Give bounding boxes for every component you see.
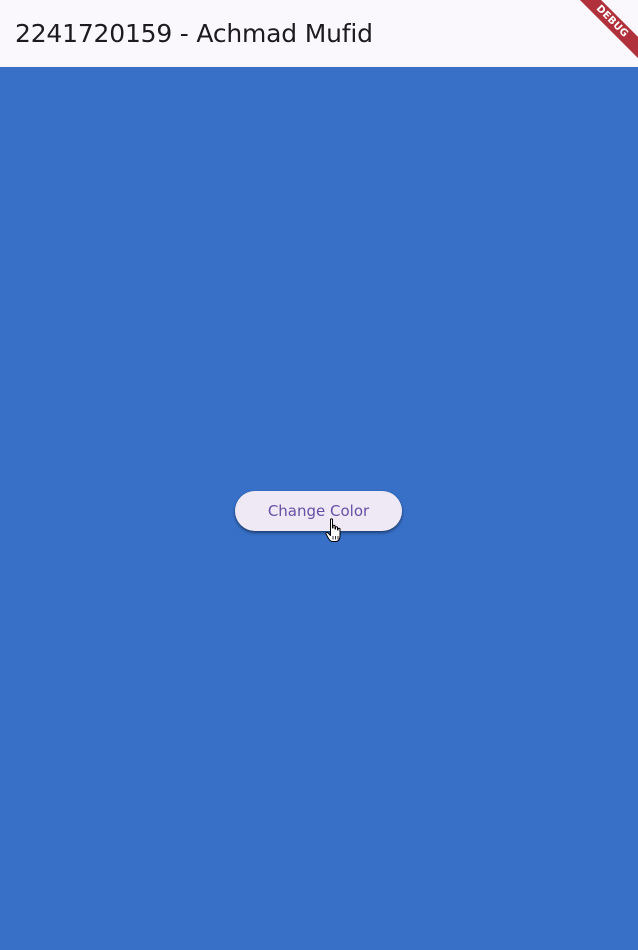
color-body: Change Color [0, 67, 638, 950]
app-bar: 2241720159 - Achmad Mufid [0, 0, 638, 67]
debug-banner: DEBUG [568, 0, 638, 70]
app-bar-title: 2241720159 - Achmad Mufid [15, 19, 373, 48]
hand-pointer-icon [325, 518, 341, 542]
app-window: 2241720159 - Achmad Mufid Change Color D… [0, 0, 638, 950]
change-color-button[interactable]: Change Color [235, 491, 402, 531]
debug-banner-label: DEBUG [571, 0, 638, 63]
